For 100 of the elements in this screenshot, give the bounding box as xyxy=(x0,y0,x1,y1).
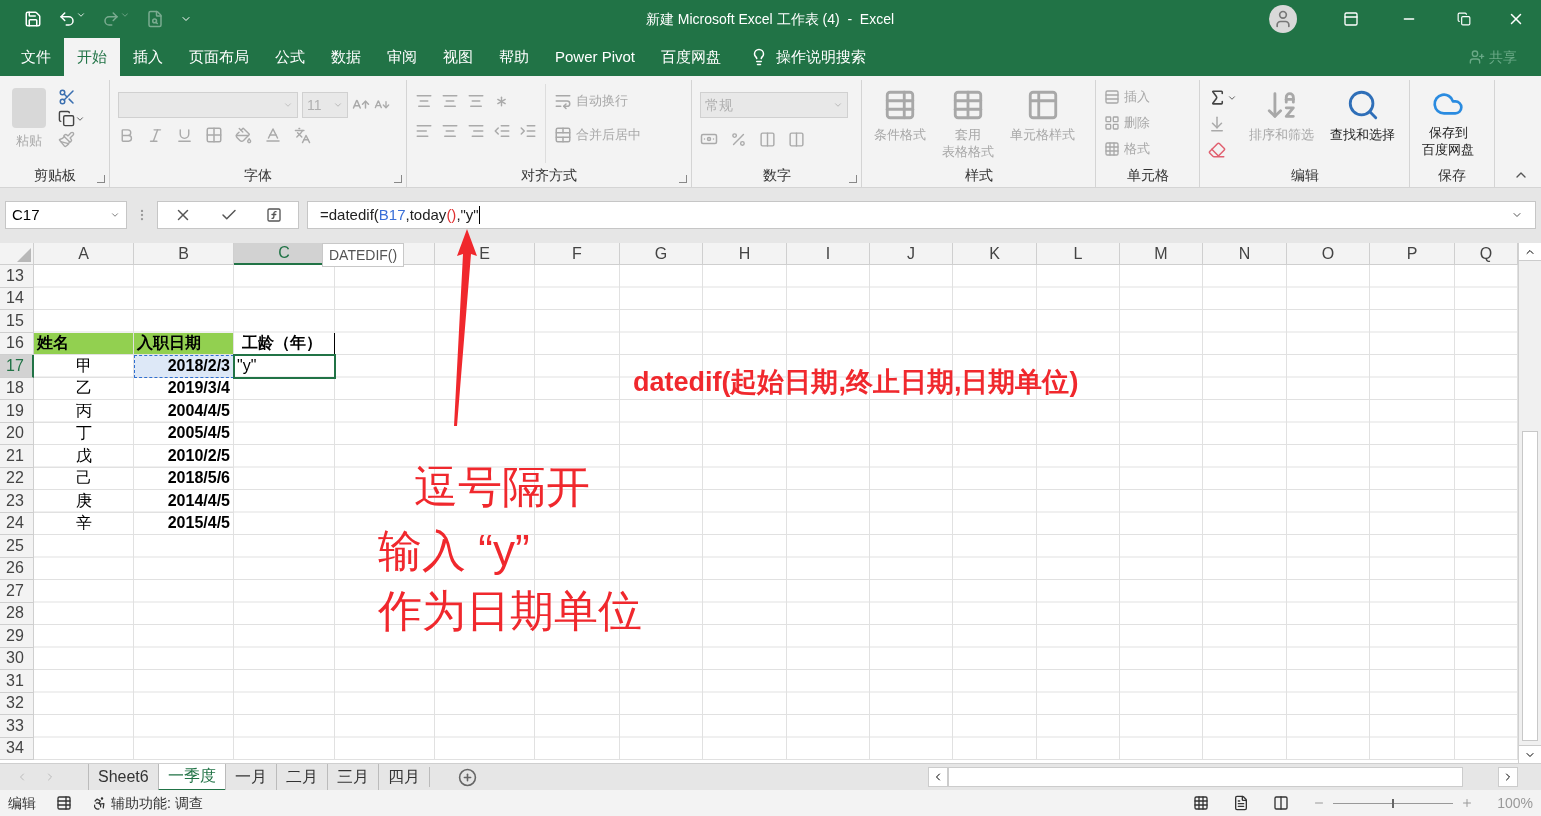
menu-tab[interactable]: 插入 xyxy=(120,38,176,76)
row-header[interactable]: 18 xyxy=(0,377,34,400)
row-header[interactable]: 34 xyxy=(0,737,34,760)
normal-view-icon[interactable] xyxy=(1193,795,1210,811)
conditional-format-icon xyxy=(883,88,917,122)
table-cell: 2015/4/5 xyxy=(134,512,234,535)
table-cell: 庚 xyxy=(34,490,134,513)
align-right-icon[interactable] xyxy=(467,122,485,140)
column-header[interactable]: J xyxy=(870,243,953,265)
font-name-field[interactable] xyxy=(118,92,298,118)
row-header[interactable]: 19 xyxy=(0,400,34,423)
annotation-text: datedif(起始日期,终止日期,日期单位) xyxy=(633,366,1079,399)
avatar-icon[interactable] xyxy=(1269,5,1297,33)
row-header[interactable]: 23 xyxy=(0,490,34,513)
align-bottom-icon[interactable] xyxy=(467,92,485,110)
dialog-launcher-icon[interactable] xyxy=(679,175,687,183)
vertical-scrollbar-thumb[interactable] xyxy=(1522,431,1538,741)
menu-tab[interactable]: 帮助 xyxy=(486,38,542,76)
row-header[interactable]: 22 xyxy=(0,467,34,490)
menu-tab[interactable]: 审阅 xyxy=(374,38,430,76)
row-header[interactable]: 20 xyxy=(0,422,34,445)
scroll-down-icon[interactable] xyxy=(1519,745,1541,763)
phonetic-icon[interactable] xyxy=(294,126,311,144)
indent-decrease-icon[interactable] xyxy=(493,122,511,140)
row-header[interactable]: 30 xyxy=(0,647,34,670)
undo-icon[interactable] xyxy=(58,10,86,28)
row-header[interactable]: 15 xyxy=(0,310,34,333)
group-label: 字体 xyxy=(244,165,272,185)
page-layout-icon[interactable] xyxy=(1233,795,1250,811)
function-tooltip: DATEDIF() xyxy=(322,243,405,267)
align-top-icon[interactable] xyxy=(415,92,433,110)
zoom-slider-thumb[interactable] xyxy=(1392,798,1395,808)
menu-tab[interactable]: 视图 xyxy=(430,38,486,76)
indent-increase-icon[interactable] xyxy=(519,122,537,140)
column-header[interactable]: M xyxy=(1120,243,1203,265)
dialog-launcher-icon[interactable] xyxy=(97,175,105,183)
ribbon-button[interactable]: 保存到 百度网盘 xyxy=(1418,84,1478,163)
row-header[interactable]: 21 xyxy=(0,445,34,468)
zoom-in-icon[interactable] xyxy=(1461,797,1474,809)
row-header[interactable]: 24 xyxy=(0,512,34,535)
align-middle-icon[interactable] xyxy=(441,92,459,110)
accessibility-status[interactable]: 辅助功能: 调查 xyxy=(92,792,203,814)
menu-tab[interactable]: 文件 xyxy=(8,38,64,76)
horizontal-scrollbar-thumb[interactable] xyxy=(948,767,1463,787)
row-header[interactable]: 13 xyxy=(0,265,34,288)
annotation-text: 作为日期单位 xyxy=(378,585,642,637)
add-sheet-icon[interactable] xyxy=(457,767,477,787)
column-header[interactable]: I xyxy=(787,243,870,265)
sheet-tab[interactable]: 一季度 xyxy=(157,763,225,791)
menu-tab[interactable]: 开始 xyxy=(64,38,120,76)
column-header[interactable]: P xyxy=(1370,243,1455,265)
row-header[interactable]: 27 xyxy=(0,580,34,603)
row-header[interactable]: 25 xyxy=(0,535,34,558)
column-header[interactable]: F xyxy=(535,243,620,265)
fill-color-icon[interactable] xyxy=(235,126,252,144)
align-left-icon[interactable] xyxy=(415,122,433,140)
dialog-launcher-icon[interactable] xyxy=(394,175,402,183)
ribbon-button[interactable]: 查找和选择 xyxy=(1326,84,1399,163)
tell-me-search[interactable]: 操作说明搜索 xyxy=(776,45,867,69)
percent-icon[interactable] xyxy=(730,130,747,148)
table-cell: 姓名 xyxy=(34,332,134,355)
page-break-icon[interactable] xyxy=(1273,795,1290,811)
row-header[interactable]: 29 xyxy=(0,625,34,648)
row-header[interactable]: 32 xyxy=(0,692,34,715)
scroll-up-icon[interactable] xyxy=(1519,243,1541,261)
italic-icon[interactable] xyxy=(147,126,164,144)
row-header[interactable]: 14 xyxy=(0,287,34,310)
scroll-left-icon[interactable] xyxy=(928,767,948,787)
border-icon[interactable] xyxy=(205,126,223,144)
row-header[interactable]: 26 xyxy=(0,557,34,580)
row-header[interactable]: 31 xyxy=(0,670,34,693)
dialog-launcher-icon[interactable] xyxy=(849,175,857,183)
row-header[interactable]: 16 xyxy=(0,332,34,355)
save-icon[interactable] xyxy=(24,10,42,28)
menu-tab[interactable]: 百度网盘 xyxy=(648,38,735,76)
name-box[interactable]: C17 xyxy=(5,201,127,229)
formula-field[interactable]: =datedif(B17,today(),"y" xyxy=(307,201,1536,229)
menu-tab[interactable]: Power Pivot xyxy=(542,38,649,76)
column-header[interactable]: N xyxy=(1203,243,1287,265)
insert-function-icon[interactable] xyxy=(266,207,282,223)
menu-tab[interactable]: 数据 xyxy=(318,38,374,76)
menu-tab[interactable]: 公式 xyxy=(262,38,318,76)
table-cell: 乙 xyxy=(34,377,134,400)
align-center-icon[interactable] xyxy=(441,122,459,140)
column-header[interactable]: K xyxy=(953,243,1037,265)
table-cell: 丁 xyxy=(34,422,134,445)
column-header[interactable]: A xyxy=(34,243,134,265)
column-header[interactable]: H xyxy=(703,243,787,265)
underline-icon[interactable] xyxy=(176,126,193,144)
copy-icon[interactable] xyxy=(58,110,85,127)
row-header[interactable]: 28 xyxy=(0,602,34,625)
row-header[interactable]: 33 xyxy=(0,715,34,738)
scroll-right-icon[interactable] xyxy=(1498,767,1518,787)
font-color-icon[interactable] xyxy=(264,126,282,144)
column-header[interactable]: L xyxy=(1037,243,1120,265)
table-format-icon xyxy=(951,88,985,122)
menu-tab[interactable]: 页面布局 xyxy=(176,38,262,76)
column-header[interactable]: G xyxy=(620,243,703,265)
row-header[interactable]: 17 xyxy=(0,355,34,378)
column-header[interactable]: O xyxy=(1287,243,1370,265)
